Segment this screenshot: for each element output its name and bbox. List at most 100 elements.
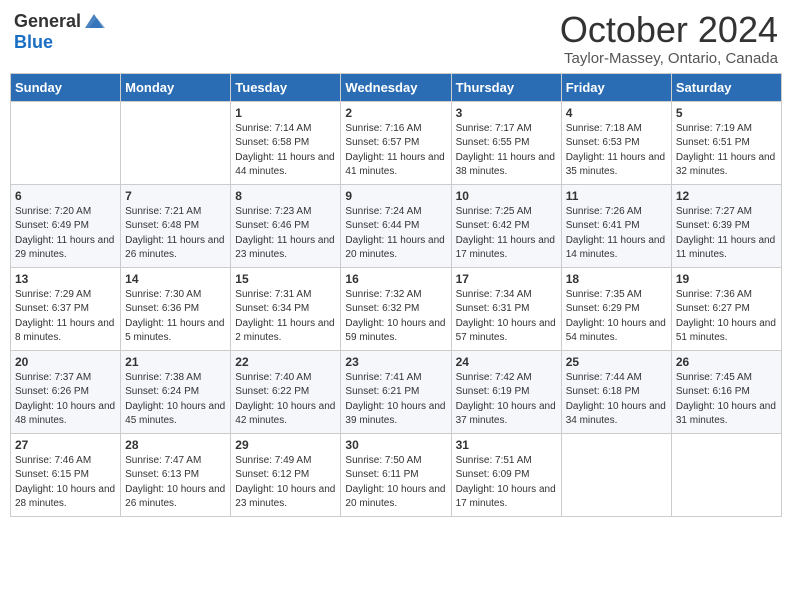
calendar-cell: 21 Sunrise: 7:38 AM Sunset: 6:24 PM Dayli…	[121, 350, 231, 433]
calendar-cell: 6 Sunrise: 7:20 AM Sunset: 6:49 PM Daylig…	[11, 184, 121, 267]
day-header-thursday: Thursday	[451, 73, 561, 101]
calendar-cell: 27 Sunrise: 7:46 AM Sunset: 6:15 PM Dayli…	[11, 433, 121, 516]
day-header-tuesday: Tuesday	[231, 73, 341, 101]
calendar-cell: 24 Sunrise: 7:42 AM Sunset: 6:19 PM Dayli…	[451, 350, 561, 433]
day-detail: Sunrise: 7:34 AM Sunset: 6:31 PM Dayligh…	[456, 288, 557, 346]
calendar-cell: 30 Sunrise: 7:50 AM Sunset: 6:11 PM Dayli…	[341, 433, 451, 516]
day-detail: Sunrise: 7:21 AM Sunset: 6:48 PM Dayligh…	[125, 205, 226, 263]
day-number: 5	[676, 106, 777, 120]
calendar-week-row: 20Sunrise: 7:37 AM Sunset: 6:26 PM Dayli…	[11, 350, 782, 433]
day-header-sunday: Sunday	[11, 73, 121, 101]
calendar-week-row: 1Sunrise: 7:14 AM Sunset: 6:58 PM Daylig…	[11, 101, 782, 184]
day-number: 9	[345, 189, 446, 203]
day-header-wednesday: Wednesday	[341, 73, 451, 101]
calendar-cell: 18Sunrise: 7:35 AM Sunset: 6:29 PM Dayli…	[561, 267, 671, 350]
day-number: 15	[235, 272, 336, 286]
day-number: 26	[676, 355, 777, 369]
calendar-cell: 16Sunrise: 7:32 AM Sunset: 6:32 PM Dayli…	[341, 267, 451, 350]
logo: General Blue	[14, 10, 105, 53]
day-detail: Sunrise: 7:27 AM Sunset: 6:39 PM Dayligh…	[676, 205, 777, 263]
day-number: 28	[125, 438, 226, 452]
day-number: 22	[235, 355, 336, 369]
day-detail: Sunrise: 7:41 AM Sunset: 6:21 PM Dayligh…	[345, 371, 446, 429]
calendar-cell: 23 Sunrise: 7:41 AM Sunset: 6:21 PM Dayli…	[341, 350, 451, 433]
day-detail: Sunrise: 7:20 AM Sunset: 6:49 PM Dayligh…	[15, 205, 116, 263]
calendar-cell: 3Sunrise: 7:17 AM Sunset: 6:55 PM Daylig…	[451, 101, 561, 184]
calendar-cell: 20Sunrise: 7:37 AM Sunset: 6:26 PM Dayli…	[11, 350, 121, 433]
day-number: 2	[345, 106, 446, 120]
day-number: 31	[456, 438, 557, 452]
calendar-cell: 14 Sunrise: 7:30 AM Sunset: 6:36 PM Dayli…	[121, 267, 231, 350]
logo-icon	[83, 10, 105, 32]
day-number: 14	[125, 272, 226, 286]
calendar-cell	[121, 101, 231, 184]
day-detail: Sunrise: 7:45 AM Sunset: 6:16 PM Dayligh…	[676, 371, 777, 429]
calendar-cell: 12 Sunrise: 7:27 AM Sunset: 6:39 PM Dayli…	[671, 184, 781, 267]
day-detail: Sunrise: 7:51 AM Sunset: 6:09 PM Dayligh…	[456, 454, 557, 512]
calendar-week-row: 13 Sunrise: 7:29 AM Sunset: 6:37 PM Dayli…	[11, 267, 782, 350]
day-number: 25	[566, 355, 667, 369]
calendar-cell: 9Sunrise: 7:24 AM Sunset: 6:44 PM Daylig…	[341, 184, 451, 267]
day-number: 4	[566, 106, 667, 120]
day-number: 29	[235, 438, 336, 452]
title-area: October 2024 Taylor-Massey, Ontario, Can…	[560, 10, 778, 67]
calendar-header-row: SundayMondayTuesdayWednesdayThursdayFrid…	[11, 73, 782, 101]
day-detail: Sunrise: 7:50 AM Sunset: 6:11 PM Dayligh…	[345, 454, 446, 512]
calendar-cell: 2 Sunrise: 7:16 AM Sunset: 6:57 PM Daylig…	[341, 101, 451, 184]
day-detail: Sunrise: 7:40 AM Sunset: 6:22 PM Dayligh…	[235, 371, 336, 429]
day-number: 3	[456, 106, 557, 120]
day-detail: Sunrise: 7:16 AM Sunset: 6:57 PM Dayligh…	[345, 122, 446, 180]
logo-blue-text: Blue	[14, 32, 53, 53]
day-header-saturday: Saturday	[671, 73, 781, 101]
day-detail: Sunrise: 7:46 AM Sunset: 6:15 PM Dayligh…	[15, 454, 116, 512]
day-number: 30	[345, 438, 446, 452]
day-detail: Sunrise: 7:14 AM Sunset: 6:58 PM Dayligh…	[235, 122, 336, 180]
day-number: 23	[345, 355, 446, 369]
calendar-cell: 29 Sunrise: 7:49 AM Sunset: 6:12 PM Dayli…	[231, 433, 341, 516]
calendar-cell	[561, 433, 671, 516]
calendar-cell: 5 Sunrise: 7:19 AM Sunset: 6:51 PM Daylig…	[671, 101, 781, 184]
logo-general-text: General	[14, 11, 81, 32]
location-title: Taylor-Massey, Ontario, Canada	[560, 50, 778, 67]
calendar-table: SundayMondayTuesdayWednesdayThursdayFrid…	[10, 73, 782, 517]
day-number: 11	[566, 189, 667, 203]
calendar-cell	[11, 101, 121, 184]
calendar-cell: 11 Sunrise: 7:26 AM Sunset: 6:41 PM Dayli…	[561, 184, 671, 267]
day-number: 7	[125, 189, 226, 203]
calendar-cell: 22 Sunrise: 7:40 AM Sunset: 6:22 PM Dayli…	[231, 350, 341, 433]
day-detail: Sunrise: 7:49 AM Sunset: 6:12 PM Dayligh…	[235, 454, 336, 512]
day-detail: Sunrise: 7:30 AM Sunset: 6:36 PM Dayligh…	[125, 288, 226, 346]
calendar-cell: 10Sunrise: 7:25 AM Sunset: 6:42 PM Dayli…	[451, 184, 561, 267]
day-detail: Sunrise: 7:29 AM Sunset: 6:37 PM Dayligh…	[15, 288, 116, 346]
calendar-cell: 1Sunrise: 7:14 AM Sunset: 6:58 PM Daylig…	[231, 101, 341, 184]
day-detail: Sunrise: 7:19 AM Sunset: 6:51 PM Dayligh…	[676, 122, 777, 180]
day-number: 19	[676, 272, 777, 286]
calendar-week-row: 6 Sunrise: 7:20 AM Sunset: 6:49 PM Daylig…	[11, 184, 782, 267]
day-number: 6	[15, 189, 116, 203]
day-number: 8	[235, 189, 336, 203]
day-detail: Sunrise: 7:32 AM Sunset: 6:32 PM Dayligh…	[345, 288, 446, 346]
day-number: 12	[676, 189, 777, 203]
day-number: 24	[456, 355, 557, 369]
calendar-cell: 19 Sunrise: 7:36 AM Sunset: 6:27 PM Dayli…	[671, 267, 781, 350]
calendar-cell: 28 Sunrise: 7:47 AM Sunset: 6:13 PM Dayli…	[121, 433, 231, 516]
day-number: 21	[125, 355, 226, 369]
day-number: 27	[15, 438, 116, 452]
day-number: 20	[15, 355, 116, 369]
calendar-cell: 25Sunrise: 7:44 AM Sunset: 6:18 PM Dayli…	[561, 350, 671, 433]
day-detail: Sunrise: 7:42 AM Sunset: 6:19 PM Dayligh…	[456, 371, 557, 429]
calendar-cell: 15Sunrise: 7:31 AM Sunset: 6:34 PM Dayli…	[231, 267, 341, 350]
page-header: General Blue October 2024 Taylor-Massey,…	[10, 10, 782, 67]
calendar-cell: 8 Sunrise: 7:23 AM Sunset: 6:46 PM Daylig…	[231, 184, 341, 267]
calendar-cell: 13 Sunrise: 7:29 AM Sunset: 6:37 PM Dayli…	[11, 267, 121, 350]
day-detail: Sunrise: 7:38 AM Sunset: 6:24 PM Dayligh…	[125, 371, 226, 429]
day-detail: Sunrise: 7:18 AM Sunset: 6:53 PM Dayligh…	[566, 122, 667, 180]
day-detail: Sunrise: 7:47 AM Sunset: 6:13 PM Dayligh…	[125, 454, 226, 512]
day-number: 18	[566, 272, 667, 286]
day-number: 13	[15, 272, 116, 286]
calendar-cell: 7 Sunrise: 7:21 AM Sunset: 6:48 PM Daylig…	[121, 184, 231, 267]
day-detail: Sunrise: 7:26 AM Sunset: 6:41 PM Dayligh…	[566, 205, 667, 263]
day-detail: Sunrise: 7:23 AM Sunset: 6:46 PM Dayligh…	[235, 205, 336, 263]
day-detail: Sunrise: 7:36 AM Sunset: 6:27 PM Dayligh…	[676, 288, 777, 346]
calendar-cell: 17Sunrise: 7:34 AM Sunset: 6:31 PM Dayli…	[451, 267, 561, 350]
